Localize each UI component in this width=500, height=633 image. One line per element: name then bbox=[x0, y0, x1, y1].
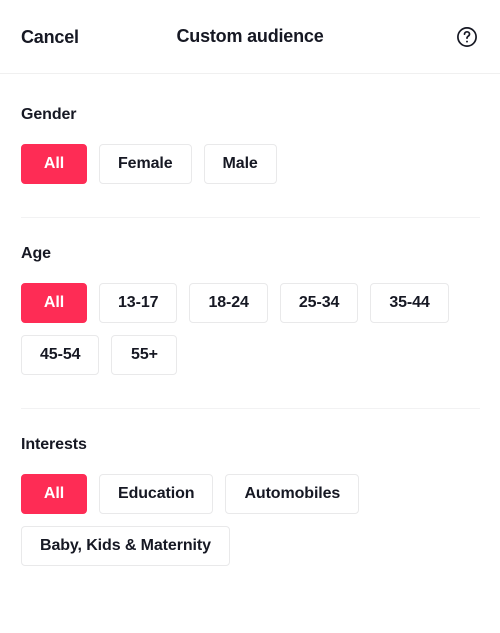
chip-gender-2[interactable]: Male bbox=[203, 144, 277, 184]
chip-age-3[interactable]: 25-34 bbox=[279, 283, 359, 323]
help-button[interactable] bbox=[454, 24, 480, 50]
chip-interests-0[interactable]: All bbox=[21, 474, 87, 514]
chip-gender-1[interactable]: Female bbox=[99, 144, 192, 184]
cancel-button[interactable]: Cancel bbox=[21, 28, 79, 46]
chip-interests-2[interactable]: Automobiles bbox=[225, 474, 360, 514]
audience-filters: Gender All Female Male Age All 13-17 18-24 25… bbox=[0, 74, 500, 566]
section-title-age: Age bbox=[21, 245, 51, 262]
modal-header: Cancel Custom audience bbox=[0, 0, 500, 74]
chip-age-1[interactable]: 13-17 bbox=[99, 283, 178, 323]
chip-age-5[interactable]: 45-54 bbox=[21, 335, 100, 375]
interests-options: All Education Automobiles Baby, Kids & Mate… bbox=[21, 474, 480, 566]
question-circle-icon bbox=[455, 25, 479, 49]
section-interests: Interests All Education Automobiles Baby, K… bbox=[0, 409, 500, 566]
chip-gender-0[interactable]: All bbox=[21, 144, 87, 184]
section-title-gender: Gender bbox=[21, 106, 77, 123]
chip-age-0[interactable]: All bbox=[21, 283, 87, 323]
chip-age-4[interactable]: 35-44 bbox=[370, 283, 449, 323]
section-gender: Gender All Female Male bbox=[0, 74, 500, 184]
chip-age-2[interactable]: 18-24 bbox=[189, 283, 268, 323]
section-age: Age All 13-17 18-24 25-34 35-44 45-54 55+ bbox=[0, 218, 500, 375]
chip-interests-3[interactable]: Baby, Kids & Maternity bbox=[21, 526, 230, 566]
gender-options: All Female Male bbox=[21, 144, 480, 184]
age-options: All 13-17 18-24 25-34 35-44 45-54 55+ bbox=[21, 283, 480, 375]
chip-interests-1[interactable]: Education bbox=[99, 474, 214, 514]
chip-age-6[interactable]: 55+ bbox=[111, 335, 178, 375]
section-title-interests: Interests bbox=[21, 436, 87, 453]
